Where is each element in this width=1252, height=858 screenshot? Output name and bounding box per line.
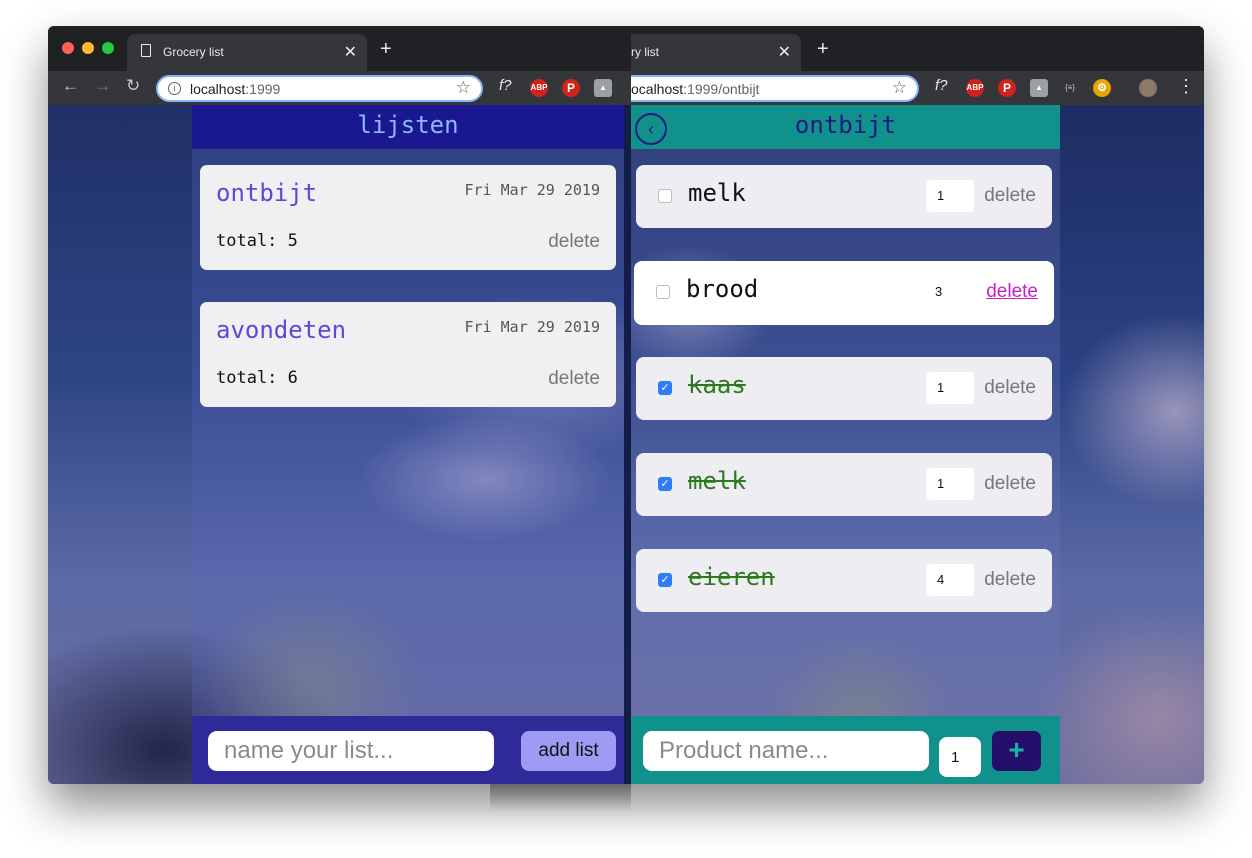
delete-list-button[interactable]: delete xyxy=(548,231,600,253)
list-item: ✓ kaas 1 delete xyxy=(636,357,1052,420)
browser-tab[interactable]: ry list ✕ xyxy=(631,34,801,71)
list-name-input[interactable]: name your list... xyxy=(208,731,494,771)
item-checkbox[interactable]: ✓ xyxy=(658,381,672,395)
list-card[interactable]: avondeten Fri Mar 29 2019 total: 6 delet… xyxy=(200,302,616,407)
page-title: ontbijt xyxy=(631,105,1060,149)
delete-item-button[interactable]: delete xyxy=(984,569,1036,591)
item-name: brood xyxy=(686,275,759,303)
profile-avatar[interactable] xyxy=(1139,79,1157,97)
list-total: total: 6 xyxy=(216,368,298,388)
item-quantity[interactable]: 1 xyxy=(926,180,974,212)
close-tab-icon[interactable]: ✕ xyxy=(778,42,791,62)
close-window-button[interactable] xyxy=(62,42,74,54)
address-bar[interactable]: i localhost:1999 ☆ xyxy=(156,75,483,102)
delete-item-button[interactable]: delete xyxy=(984,473,1036,495)
tab-title: Grocery list xyxy=(163,45,224,59)
add-list-button[interactable]: add list xyxy=(521,731,616,771)
forward-arrow-icon[interactable]: → xyxy=(94,76,111,96)
new-tab-button[interactable]: + xyxy=(380,38,392,61)
item-quantity[interactable]: 1 xyxy=(926,372,974,404)
list-item: melk 1 delete xyxy=(636,165,1052,228)
item-checkbox[interactable] xyxy=(656,285,670,299)
font-extension-icon[interactable]: f? xyxy=(499,77,512,94)
delete-item-button[interactable]: delete xyxy=(984,377,1036,399)
browser-tab[interactable]: Grocery list ✕ xyxy=(127,34,367,71)
list-card[interactable]: ontbijt Fri Mar 29 2019 total: 5 delete xyxy=(200,165,616,270)
add-list-footer: name your list... add list xyxy=(192,716,624,784)
browser-window-right: ry list ✕ + ocalhost:1999/ontbijt ☆ f? A… xyxy=(631,26,1204,784)
url-text: localhost:1999 xyxy=(190,81,281,97)
tab-strip: ry list ✕ + xyxy=(631,26,1204,71)
add-product-footer: Product name... 1 + xyxy=(631,716,1060,784)
back-arrow-icon[interactable]: ← xyxy=(62,76,79,96)
delete-item-button[interactable]: delete xyxy=(984,185,1036,207)
item-quantity[interactable]: 1 xyxy=(926,468,974,500)
page-icon xyxy=(141,44,151,57)
drive-icon[interactable]: ▲ xyxy=(594,79,612,97)
json-extension-icon[interactable]: {≡} xyxy=(1061,79,1079,97)
item-checkbox[interactable]: ✓ xyxy=(658,477,672,491)
bookmark-star-icon[interactable]: ☆ xyxy=(456,78,471,98)
window-edge xyxy=(624,105,631,784)
item-quantity[interactable]: 4 xyxy=(926,564,974,596)
list-name[interactable]: ontbijt xyxy=(216,179,317,207)
bookmark-star-icon[interactable]: ☆ xyxy=(892,78,907,98)
close-tab-icon[interactable]: ✕ xyxy=(344,42,357,62)
pinterest-icon[interactable]: P xyxy=(562,79,580,97)
url-text: ocalhost:1999/ontbijt xyxy=(631,81,760,97)
drive-icon[interactable]: ▲ xyxy=(1030,79,1048,97)
item-name: melk xyxy=(688,179,746,207)
lists-app: lijsten ontbijt Fri Mar 29 2019 total: 5… xyxy=(192,105,624,784)
toolbar: ← → ↻ i localhost:1999 ☆ f? ABP P ▲ xyxy=(48,71,631,105)
item-name: kaas xyxy=(688,371,746,399)
delete-list-button[interactable]: delete xyxy=(548,368,600,390)
list-item: ✓ melk 1 delete xyxy=(636,453,1052,516)
list-item: ✓ eieren 4 delete xyxy=(636,549,1052,612)
font-extension-icon[interactable]: f? xyxy=(935,77,948,94)
quantity-input[interactable]: 1 xyxy=(939,737,981,777)
address-bar[interactable]: ocalhost:1999/ontbijt ☆ xyxy=(631,75,919,102)
info-icon[interactable]: i xyxy=(168,82,181,95)
chevron-left-icon[interactable]: ‹ xyxy=(635,113,667,145)
item-checkbox[interactable]: ✓ xyxy=(658,573,672,587)
product-name-input[interactable]: Product name... xyxy=(643,731,929,771)
list-detail-app: ontbijt ‹ melk 1 delete brood 3 delete ✓… xyxy=(631,105,1060,784)
item-quantity[interactable]: 3 xyxy=(924,276,972,308)
item-name: eieren xyxy=(688,563,775,591)
adblock-icon[interactable]: ABP xyxy=(966,79,984,97)
list-total: total: 5 xyxy=(216,231,298,251)
list-name[interactable]: avondeten xyxy=(216,316,346,344)
minimize-window-button[interactable] xyxy=(82,42,94,54)
reload-icon[interactable]: ↻ xyxy=(126,76,140,96)
delete-item-button[interactable]: delete xyxy=(986,281,1038,303)
tab-title: ry list xyxy=(631,45,659,59)
add-product-button[interactable]: + xyxy=(992,731,1041,771)
toolbar: ocalhost:1999/ontbijt ☆ f? ABP P ▲ {≡} ⚙… xyxy=(631,71,1204,105)
gear-extension-icon[interactable]: ⚙ xyxy=(1093,79,1111,97)
item-checkbox[interactable] xyxy=(658,189,672,203)
list-date: Fri Mar 29 2019 xyxy=(464,181,600,199)
window-shadow-strip xyxy=(490,784,631,812)
zoom-window-button[interactable] xyxy=(102,42,114,54)
tab-strip: Grocery list ✕ + xyxy=(48,26,631,71)
page-title: lijsten xyxy=(192,105,624,149)
menu-kebab-icon[interactable]: ⋮ xyxy=(1177,76,1195,97)
browser-window-left: Grocery list ✕ + ← → ↻ i localhost:1999 … xyxy=(48,26,631,784)
pinterest-icon[interactable]: P xyxy=(998,79,1016,97)
adblock-icon[interactable]: ABP xyxy=(530,79,548,97)
item-name: melk xyxy=(688,467,746,495)
new-tab-button[interactable]: + xyxy=(817,38,829,61)
list-date: Fri Mar 29 2019 xyxy=(464,318,600,336)
list-item: brood 3 delete xyxy=(634,261,1054,325)
